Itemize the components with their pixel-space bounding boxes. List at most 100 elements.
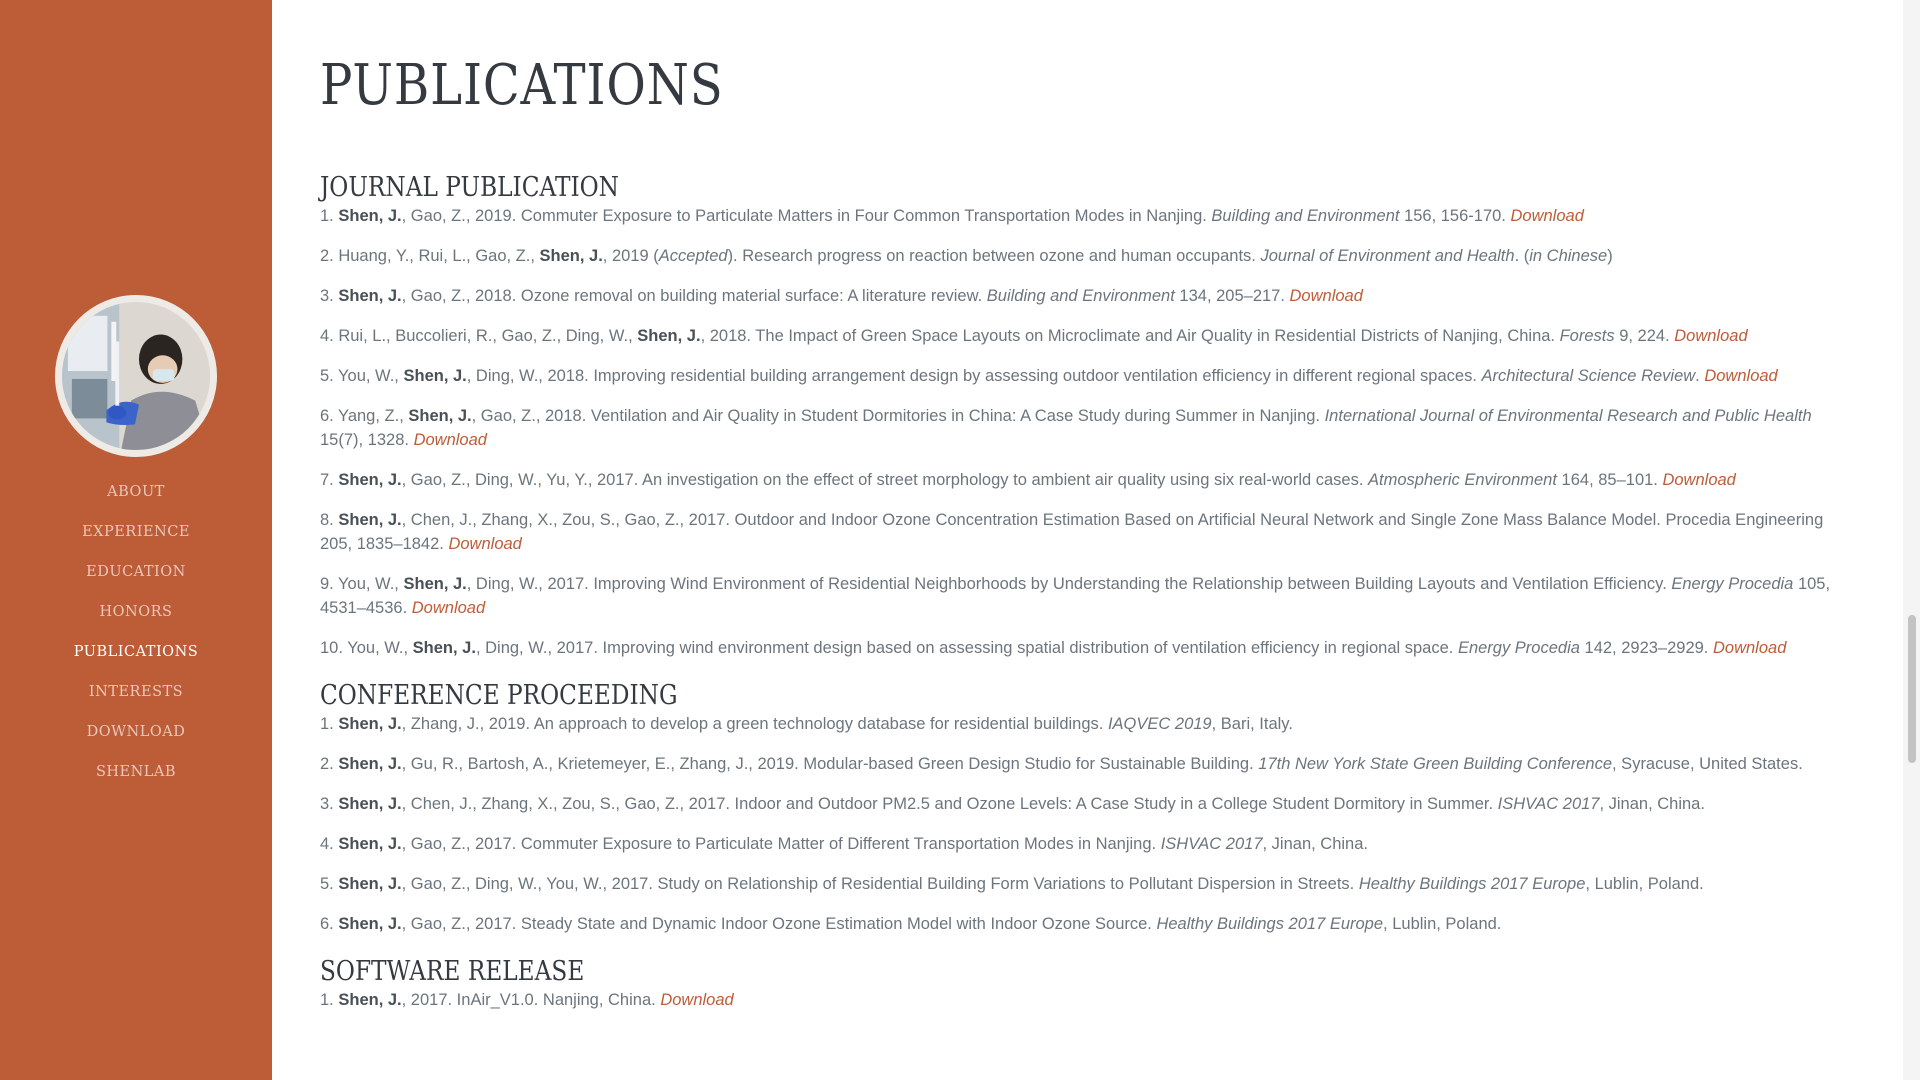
- entry-text: , Gao, Z., 2018. Ozone removal on buildi…: [401, 287, 987, 305]
- nav-item-education[interactable]: EDUCATION: [0, 552, 272, 592]
- publication-entry: 5. Shen, J., Gao, Z., Ding, W., You, W.,…: [320, 872, 1850, 896]
- download-link[interactable]: Download: [1290, 287, 1363, 305]
- download-link[interactable]: Download: [412, 599, 485, 617]
- author-name: Shen, J.: [408, 407, 472, 425]
- author-name: Shen, J.: [338, 511, 402, 529]
- publication-entry: 3. Shen, J., Gao, Z., 2018. Ozone remova…: [320, 284, 1850, 308]
- entry-text: , Syracuse, United States.: [1612, 755, 1803, 773]
- nav-item-about[interactable]: ABOUT: [0, 472, 272, 512]
- entry-text: 9, 224.: [1614, 327, 1675, 345]
- nav-item-download[interactable]: DOWNLOAD: [0, 712, 272, 752]
- italic-text: 17th New York State Green Building Confe…: [1258, 755, 1613, 773]
- page-scrollbar[interactable]: [1903, 0, 1920, 1080]
- author-name: Shen, J.: [338, 835, 402, 853]
- download-link[interactable]: Download: [448, 535, 521, 553]
- nav-item-publications[interactable]: PUBLICATIONS: [0, 632, 272, 672]
- download-link[interactable]: Download: [1704, 367, 1777, 385]
- entry-text: 10. You, W.,: [320, 639, 413, 657]
- entry-text: 6. Yang, Z.,: [320, 407, 409, 425]
- download-link[interactable]: Download: [660, 991, 733, 1009]
- publication-entry: 1. Shen, J., Gao, Z., 2019. Commuter Exp…: [320, 204, 1850, 228]
- author-name: Shen, J.: [338, 991, 402, 1009]
- download-link[interactable]: Download: [1662, 471, 1735, 489]
- entry-text: , Lublin, Poland.: [1585, 875, 1704, 893]
- entry-text: 7.: [320, 471, 339, 489]
- entry-text: 5. You, W.,: [320, 367, 404, 385]
- italic-text: Energy Procedia: [1457, 639, 1580, 657]
- entry-text: ). Research progress on reaction between…: [727, 247, 1261, 265]
- section-heading-software: SOFTWARE RELEASE: [320, 956, 585, 987]
- publication-entry: 5. You, W., Shen, J., Ding, W., 2018. Im…: [320, 364, 1850, 388]
- publication-entry: 8. Shen, J., Chen, J., Zhang, X., Zou, S…: [320, 508, 1850, 556]
- italic-text: Healthy Buildings 2017 Europe: [1358, 875, 1586, 893]
- publication-entry: 1. Shen, J., Zhang, J., 2019. An approac…: [320, 712, 1850, 736]
- nav-item-honors[interactable]: HONORS: [0, 592, 272, 632]
- entry-text: , Ding, W., 2017. Improving Wind Environ…: [466, 575, 1672, 593]
- entry-text: , Chen, J., Zhang, X., Zou, S., Gao, Z.,…: [401, 795, 1498, 813]
- italic-text: Journal of Environment and Health: [1260, 247, 1515, 265]
- journal-list: 1. Shen, J., Gao, Z., 2019. Commuter Exp…: [320, 204, 1850, 660]
- download-link[interactable]: Download: [414, 431, 487, 449]
- italic-text: ISHVAC 2017: [1497, 795, 1600, 813]
- publications-content: JOURNAL PUBLICATION 1. Shen, J., Gao, Z.…: [320, 172, 1850, 1028]
- entry-text: 156, 156-170.: [1399, 207, 1511, 225]
- publication-entry: 1. Shen, J., 2017. InAir_V1.0. Nanjing, …: [320, 988, 1850, 1012]
- entry-text: , Gao, Z., 2018. Ventilation and Air Qua…: [471, 407, 1325, 425]
- author-name: Shen, J.: [403, 367, 467, 385]
- entry-text: 134, 205–217.: [1174, 287, 1290, 305]
- entry-text: , Gao, Z., 2017. Commuter Exposure to Pa…: [401, 835, 1161, 853]
- italic-text: in Chinese: [1529, 247, 1608, 265]
- entry-text: , Chen, J., Zhang, X., Zou, S., Gao, Z.,…: [320, 511, 1824, 553]
- entry-text: , Bari, Italy.: [1211, 715, 1293, 733]
- publication-entry: 3. Shen, J., Chen, J., Zhang, X., Zou, S…: [320, 792, 1850, 816]
- entry-text: , 2017. InAir_V1.0. Nanjing, China.: [401, 991, 661, 1009]
- download-link[interactable]: Download: [1713, 639, 1786, 657]
- author-name: Shen, J.: [403, 575, 467, 593]
- entry-text: 1.: [320, 715, 339, 733]
- entry-text: , 2019 (: [602, 247, 659, 265]
- entry-text: , Zhang, J., 2019. An approach to develo…: [401, 715, 1108, 733]
- section-heading-journal: JOURNAL PUBLICATION: [320, 172, 620, 203]
- publication-entry: 10. You, W., Shen, J., Ding, W., 2017. I…: [320, 636, 1850, 660]
- author-name: Shen, J.: [338, 875, 402, 893]
- nav-item-experience[interactable]: EXPERIENCE: [0, 512, 272, 552]
- italic-text: Architectural Science Review: [1481, 367, 1696, 385]
- sidebar-nav: ABOUT EXPERIENCE EDUCATION HONORS PUBLIC…: [0, 472, 272, 792]
- entry-text: , Gu, R., Bartosh, A., Krietemeyer, E., …: [401, 755, 1259, 773]
- entry-text: 3.: [320, 795, 339, 813]
- profile-photo: [62, 302, 210, 450]
- publication-entry: 4. Rui, L., Buccolieri, R., Gao, Z., Din…: [320, 324, 1850, 348]
- entry-text: 4. Rui, L., Buccolieri, R., Gao, Z., Din…: [320, 327, 638, 345]
- entry-text: 5.: [320, 875, 339, 893]
- entry-text: , Jinan, China.: [1599, 795, 1705, 813]
- entry-text: , Gao, Z., Ding, W., You, W., 2017. Stud…: [401, 875, 1359, 893]
- author-name: Shen, J.: [338, 715, 402, 733]
- publication-entry: 7. Shen, J., Gao, Z., Ding, W., Yu, Y., …: [320, 468, 1850, 492]
- italic-text: Healthy Buildings 2017 Europe: [1156, 915, 1384, 933]
- italic-text: Building and Environment: [986, 287, 1175, 305]
- italic-text: International Journal of Environmental R…: [1324, 407, 1812, 425]
- entry-text: 8.: [320, 511, 339, 529]
- italic-text: Atmospheric Environment: [1368, 471, 1557, 489]
- author-name: Shen, J.: [338, 471, 402, 489]
- entry-text: .: [1695, 367, 1705, 385]
- entry-text: 164, 85–101.: [1556, 471, 1663, 489]
- scrollbar-thumb[interactable]: [1908, 615, 1916, 763]
- download-link[interactable]: Download: [1510, 207, 1583, 225]
- nav-item-shenlab[interactable]: SHENLAB: [0, 752, 272, 792]
- entry-text: , Jinan, China.: [1262, 835, 1368, 853]
- italic-text: IAQVEC 2019: [1107, 715, 1212, 733]
- nav-item-interests[interactable]: INTERESTS: [0, 672, 272, 712]
- section-heading-conference: CONFERENCE PROCEEDING: [320, 680, 678, 711]
- italic-text: Energy Procedia: [1671, 575, 1794, 593]
- download-link[interactable]: Download: [1674, 327, 1747, 345]
- entry-text: 9. You, W.,: [320, 575, 404, 593]
- entry-text: , Gao, Z., 2017. Steady State and Dynami…: [401, 915, 1157, 933]
- entry-text: . (: [1514, 247, 1530, 265]
- entry-text: 142, 2923–2929.: [1579, 639, 1713, 657]
- italic-text: Building and Environment: [1211, 207, 1400, 225]
- publication-entry: 2. Shen, J., Gu, R., Bartosh, A., Kriete…: [320, 752, 1850, 776]
- author-name: Shen, J.: [338, 207, 402, 225]
- author-name: Shen, J.: [338, 755, 402, 773]
- entry-text: , Ding, W., 2017. Improving wind environ…: [475, 639, 1458, 657]
